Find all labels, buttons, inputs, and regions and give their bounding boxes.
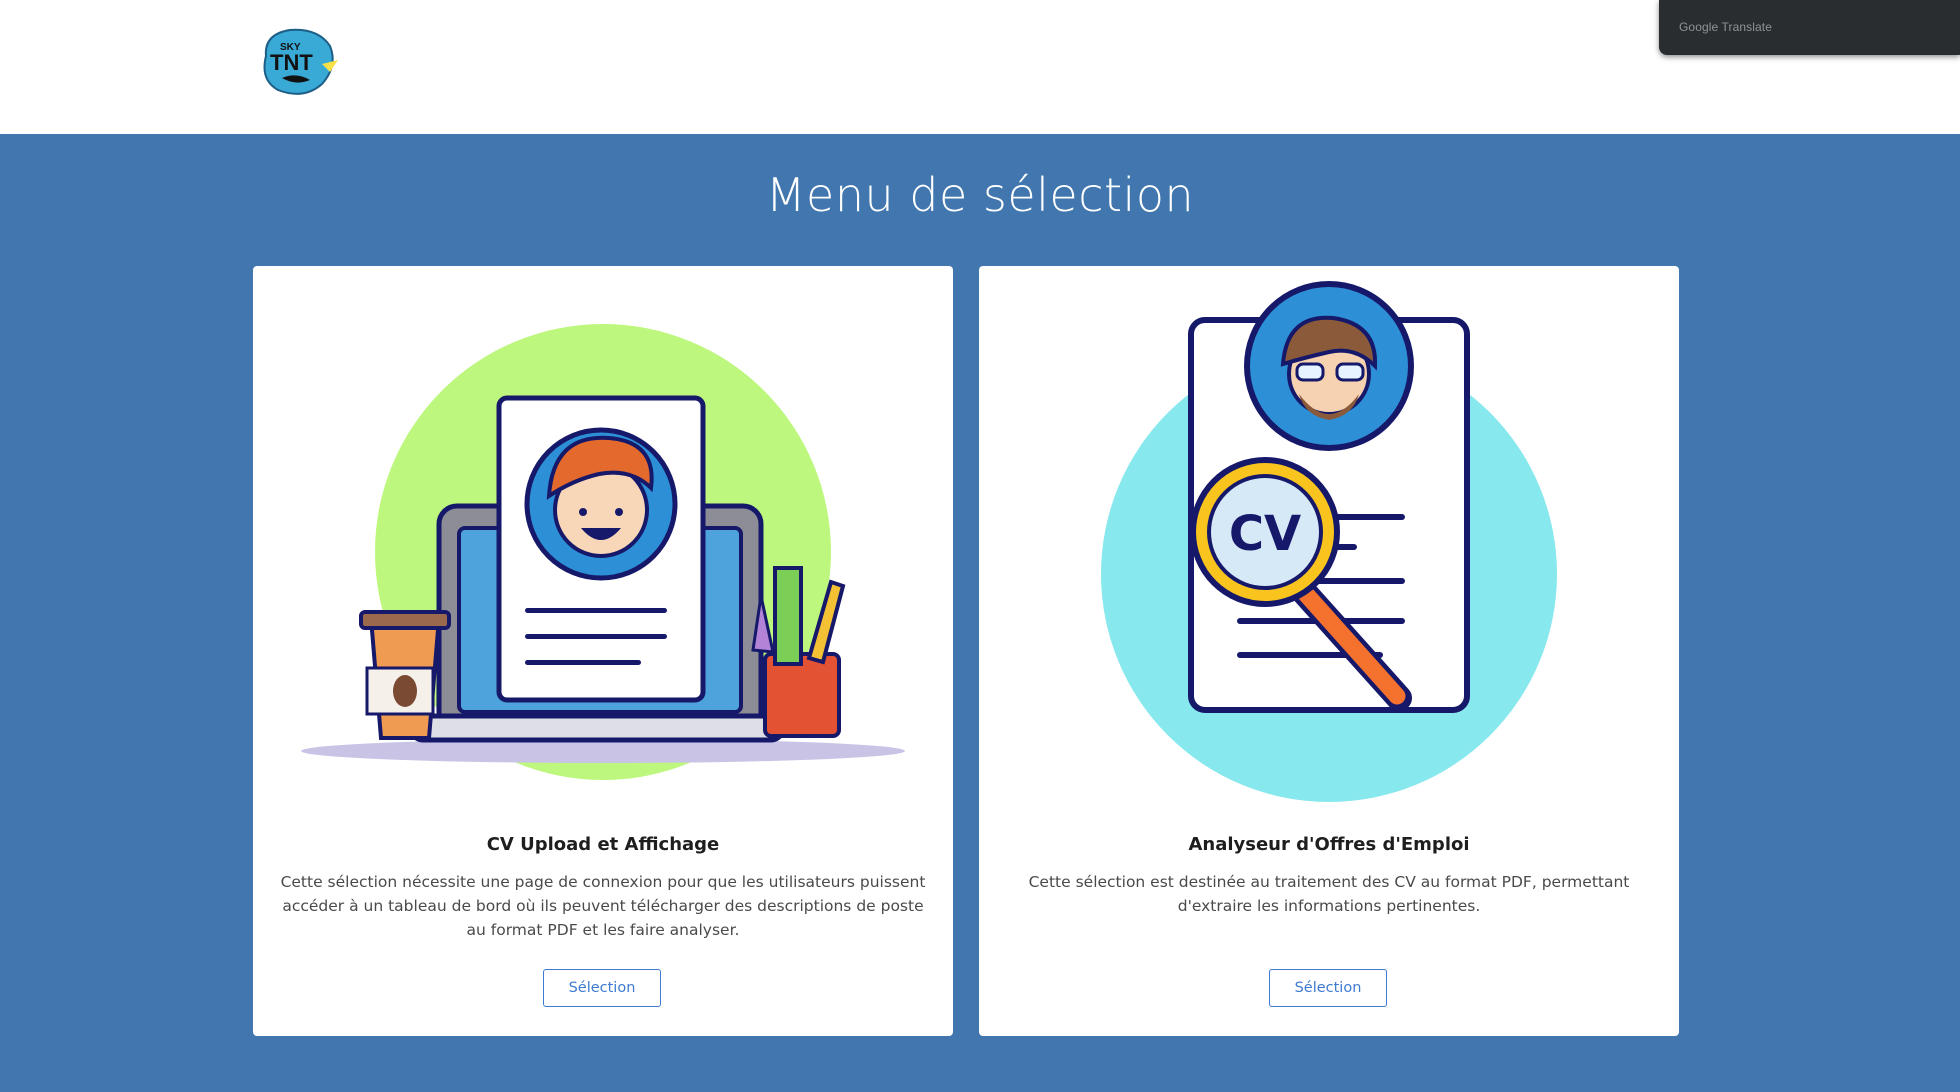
- card-description: Cette sélection est destinée au traiteme…: [1028, 873, 1630, 915]
- card-job-offer-analyzer: CV Analyseur d'Offres d'Emploi Cette sél…: [979, 266, 1679, 1036]
- selection-button-job-analyzer[interactable]: Sélection: [1269, 969, 1387, 1007]
- page-title: Menu de sélection: [765, 168, 1195, 222]
- google-translate-bar[interactable]: Google Translate: [1659, 0, 1960, 55]
- selection-button-cv-upload[interactable]: Sélection: [543, 969, 661, 1007]
- card-title: Analyseur d'Offres d'Emploi: [1188, 834, 1470, 855]
- laptop-resume-icon: [301, 324, 905, 780]
- card-description: Cette sélection nécessite une page de co…: [280, 873, 926, 939]
- card-title: CV Upload et Affichage: [486, 834, 720, 855]
- cv-magnifier-icon: CV: [1101, 281, 1557, 802]
- cv-label: CV: [1229, 506, 1301, 562]
- svg-text:TNT: TNT: [270, 50, 313, 75]
- card-cv-upload: CV Upload et Affichage Cette sélection n…: [253, 266, 953, 1036]
- sky-tnt-logo[interactable]: SKY TNT: [256, 26, 340, 98]
- google-translate-label: Google Translate: [1679, 20, 1772, 34]
- main-section: Menu de sélection CV Upload et Affichage…: [0, 134, 1960, 1092]
